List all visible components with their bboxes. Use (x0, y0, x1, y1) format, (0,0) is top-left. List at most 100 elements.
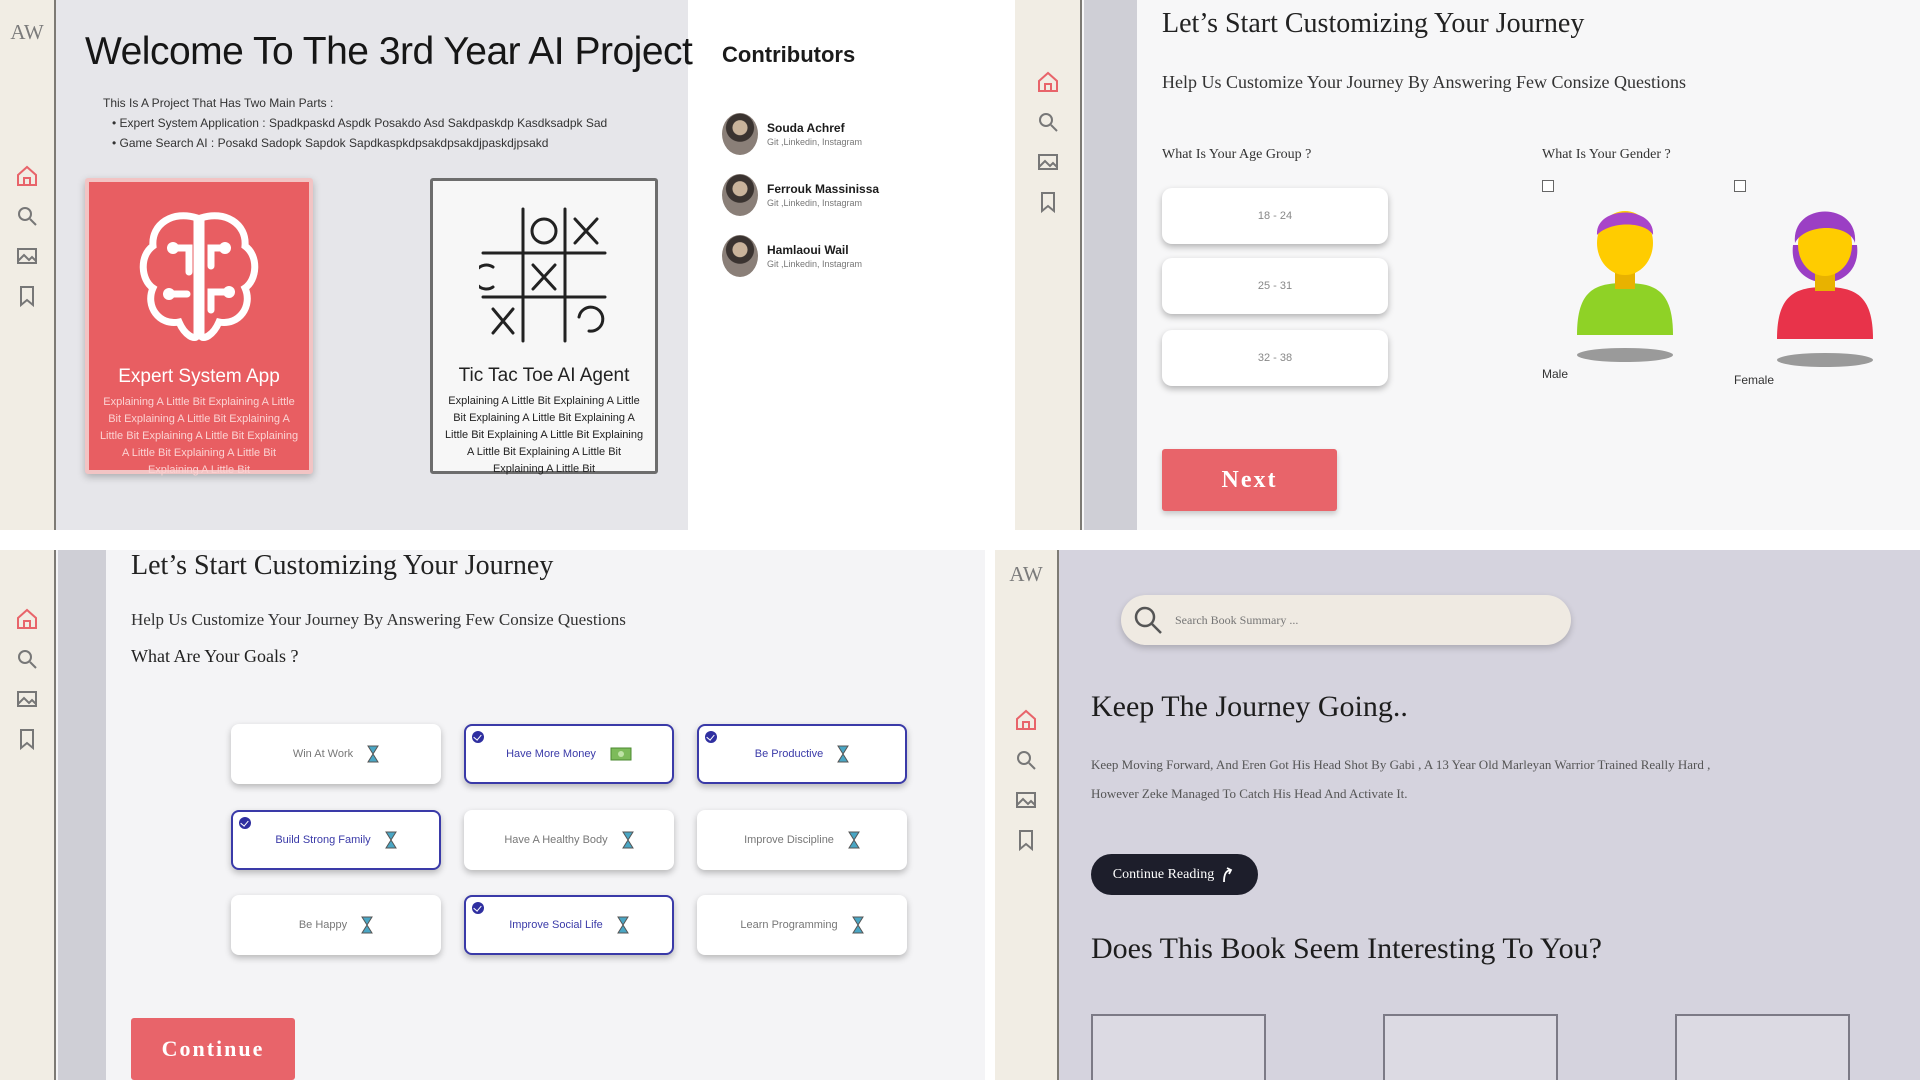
list-item: Game Search AI : Posakd Sadopk Sapdok Sa… (112, 136, 607, 150)
parts-list: Expert System Application : Spadkpaskd A… (112, 116, 608, 156)
selected-check-icon (472, 731, 484, 743)
age-question: What Is Your Age Group ? (1162, 147, 1312, 162)
goal-label: Improve Social Life (509, 919, 603, 931)
male-label: Male (1542, 367, 1569, 381)
expert-system-card[interactable]: Expert System App Explaining A Little Bi… (85, 178, 313, 476)
card-title: Expert System App (118, 366, 280, 387)
page-title: Let’s Start Customizing Your Journey (131, 550, 554, 581)
contributors-title: Contributors (722, 42, 856, 67)
contributor-name: Ferrouk Massinissa (767, 181, 880, 196)
goal-build-strong-family[interactable]: Build Strong Family (231, 810, 441, 870)
sidebar: AW (995, 550, 1059, 1080)
subheading: Help Us Customize Your Journey By Answer… (131, 610, 626, 629)
hourglass-icon (837, 745, 850, 763)
contributor-links[interactable]: Git ,Linkedin, Instagram (767, 259, 862, 269)
search-icon[interactable] (1014, 748, 1038, 772)
bookmark-icon[interactable] (15, 284, 39, 308)
goal-win-at-work[interactable]: Win At Work (231, 724, 441, 784)
goal-label: Learn Programming (740, 919, 838, 931)
continue-reading-button[interactable]: Continue Reading (1091, 854, 1258, 895)
contributor-links[interactable]: Git ,Linkedin, Instagram (767, 137, 862, 147)
page-title: Keep The Journey Going.. (1091, 690, 1408, 723)
age-option-18-24[interactable]: 18 - 24 (1162, 188, 1388, 244)
contributor: Ferrouk Massinissa Git ,Linkedin, Instag… (722, 164, 879, 225)
image-icon[interactable] (15, 687, 39, 711)
goal-label: Improve Discipline (744, 834, 834, 846)
contributor: Souda Achref Git ,Linkedin, Instagram (722, 103, 879, 164)
home-icon[interactable] (15, 164, 39, 188)
hourglass-icon (851, 916, 864, 934)
bookmark-icon[interactable] (15, 727, 39, 751)
page-title: Welcome To The 3rd Year AI Project (85, 30, 693, 73)
sidebar (1015, 0, 1082, 530)
goal-improve-social-life[interactable]: Improve Social Life (464, 895, 674, 955)
age-option-25-31[interactable]: 25 - 31 (1162, 258, 1388, 314)
female-checkbox[interactable] (1734, 180, 1746, 192)
book-summary-text: Keep Moving Forward, And Eren Got His He… (1091, 757, 1711, 801)
sidebar (0, 550, 56, 1080)
selected-check-icon (239, 817, 251, 829)
search-icon[interactable] (15, 204, 39, 228)
goal-label: Be Productive (754, 748, 824, 760)
panel-goals: Let’s Start Customizing Your Journey Hel… (0, 550, 985, 1080)
home-icon[interactable] (1036, 70, 1060, 94)
female-label: Female (1734, 373, 1775, 387)
male-avatar-icon[interactable] (1565, 195, 1675, 365)
male-checkbox[interactable] (1542, 180, 1554, 192)
search-icon[interactable] (1036, 110, 1060, 134)
avatar (722, 234, 758, 277)
goal-label: Have A Healthy Body (504, 834, 608, 846)
contributor-links[interactable]: Git ,Linkedin, Instagram (767, 198, 879, 208)
hourglass-icon (621, 831, 634, 849)
search-icon[interactable] (15, 647, 39, 671)
tic-tac-toe-card[interactable]: Tic Tac Toe AI Agent Explaining A Little… (430, 178, 658, 475)
bookmark-icon[interactable] (1036, 190, 1060, 214)
bookmark-icon[interactable] (1014, 828, 1038, 852)
goal-label: Be Happy (298, 919, 348, 931)
goal-have-a-healthy-body[interactable]: Have A Healthy Body (464, 810, 674, 870)
avatar (722, 173, 758, 216)
arrow-up-icon (1223, 866, 1233, 882)
brain-icon (139, 212, 259, 341)
hourglass-icon (384, 831, 397, 849)
goal-be-happy[interactable]: Be Happy (231, 895, 441, 955)
goal-have-more-money[interactable]: Have More Money (464, 724, 674, 784)
card-title: Tic Tac Toe AI Agent (458, 365, 630, 386)
image-icon[interactable] (1014, 788, 1038, 812)
card-description: Explaining A Little Bit Explaining A Lit… (444, 395, 644, 475)
intro-text: This Is A Project That Has Two Main Part… (103, 96, 334, 110)
goal-improve-discipline[interactable]: Improve Discipline (697, 810, 907, 870)
book-card[interactable] (1091, 1014, 1266, 1080)
contributor-name: Hamlaoui Wail (767, 242, 849, 257)
book-card[interactable] (1383, 1014, 1558, 1080)
avatar (722, 112, 758, 155)
button-label: Continue Reading (1112, 866, 1215, 882)
gender-question: What Is Your Gender ? (1542, 147, 1671, 162)
search-bar[interactable] (1121, 595, 1571, 645)
sidebar: AW (0, 0, 56, 530)
continue-button[interactable]: Continue (131, 1018, 295, 1080)
goal-label: Win At Work (292, 748, 354, 760)
image-icon[interactable] (15, 244, 39, 268)
home-icon[interactable] (1014, 708, 1038, 732)
hourglass-icon (616, 916, 629, 934)
goal-learn-programming[interactable]: Learn Programming (697, 895, 907, 955)
image-icon[interactable] (1036, 150, 1060, 174)
book-card[interactable] (1675, 1014, 1850, 1080)
page-title: Let’s Start Customizing Your Journey (1162, 8, 1585, 39)
goal-be-productive[interactable]: Be Productive (697, 724, 907, 784)
panel-welcome: AW Welcome To The 3rd Year AI Project Th… (0, 0, 1015, 530)
search-input[interactable] (1175, 612, 1535, 628)
logo: AW (1009, 562, 1043, 586)
interest-question: Does This Book Seem Interesting To You? (1091, 932, 1602, 965)
next-button[interactable]: Next (1162, 449, 1337, 511)
money-icon (610, 747, 632, 761)
goal-label: Have More Money (506, 748, 596, 760)
home-icon[interactable] (15, 607, 39, 631)
age-option-32-38[interactable]: 32 - 38 (1162, 330, 1388, 386)
list-item: Expert System Application : Spadkpaskd A… (112, 116, 608, 130)
goal-label: Build Strong Family (275, 834, 371, 846)
divider-band (58, 550, 106, 1080)
female-avatar-icon[interactable] (1765, 195, 1875, 370)
hourglass-icon (367, 745, 380, 763)
